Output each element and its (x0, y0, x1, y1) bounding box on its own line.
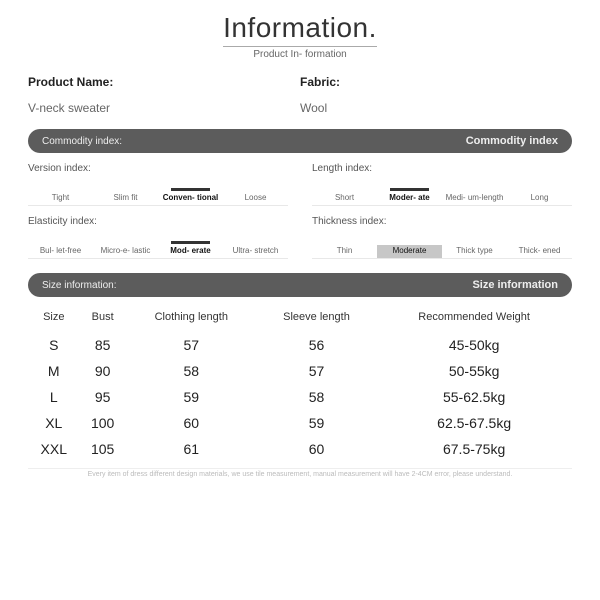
table-cell: 100 (80, 410, 126, 436)
scale-item: Long (507, 194, 572, 205)
table-cell: 59 (126, 384, 257, 410)
table-cell: 55-62.5kg (376, 384, 572, 410)
table-row: M90585750-55kg (28, 358, 572, 384)
scale-item: Ultra- stretch (223, 247, 288, 258)
table-row: S85575645-50kg (28, 332, 572, 358)
page-subtitle: Product In- formation (28, 49, 572, 61)
table-cell: 56 (257, 332, 377, 358)
table-cell: 105 (80, 436, 126, 462)
scale-item: Thin (312, 247, 377, 258)
scale-item: Slim fit (93, 194, 158, 205)
scale-item: Mod- erate (158, 247, 223, 258)
size-bar-left: Size information: (42, 280, 116, 291)
page-title: Information. (223, 12, 377, 47)
scale-item: Moder- ate (377, 194, 442, 205)
table-header: Size (28, 307, 80, 332)
thickness-index: Thickness index: ThinModerateThick typeTh… (312, 216, 572, 259)
scale-item: Thick- ened (507, 247, 572, 258)
length-index: Length index: ShortModer- ateMedi- um-len… (312, 163, 572, 206)
table-cell: 57 (126, 332, 257, 358)
table-cell: XL (28, 410, 80, 436)
table-cell: L (28, 384, 80, 410)
commodity-index-bar: Commodity index: Commodity index (28, 129, 572, 153)
scale-item: Micro-e- lastic (93, 247, 158, 258)
scale-item: Loose (223, 194, 288, 205)
scale-item: Short (312, 194, 377, 205)
table-cell: 61 (126, 436, 257, 462)
table-row: XXL105616067.5-75kg (28, 436, 572, 462)
table-row: XL100605962.5-67.5kg (28, 410, 572, 436)
table-cell: 58 (126, 358, 257, 384)
scale-item: Bul- let-free (28, 247, 93, 258)
table-header: Sleeve length (257, 307, 377, 332)
size-table: SizeBustClothing lengthSleeve lengthReco… (28, 307, 572, 462)
scale-item: Thick type (442, 247, 507, 258)
table-cell: 95 (80, 384, 126, 410)
index-title: Length index: (312, 163, 572, 174)
scale-item: Conven- tional (158, 194, 223, 205)
table-row: L95595855-62.5kg (28, 384, 572, 410)
elasticity-index: Elasticity index: Bul- let-freeMicro-e- l… (28, 216, 288, 259)
table-cell: 59 (257, 410, 377, 436)
table-cell: 58 (257, 384, 377, 410)
index-title: Thickness index: (312, 216, 572, 227)
fabric-label: Fabric: (300, 75, 572, 89)
product-name-value: V-neck sweater (28, 101, 300, 115)
table-header: Bust (80, 307, 126, 332)
footnote: Every item of dress different design mat… (28, 468, 572, 478)
table-cell: 62.5-67.5kg (376, 410, 572, 436)
table-cell: 90 (80, 358, 126, 384)
size-bar-right: Size information (472, 279, 558, 291)
table-cell: 60 (257, 436, 377, 462)
commodity-bar-left: Commodity index: (42, 136, 122, 147)
table-cell: XXL (28, 436, 80, 462)
table-header: Recommended Weight (376, 307, 572, 332)
commodity-bar-right: Commodity index (466, 135, 558, 147)
size-information-bar: Size information: Size information (28, 273, 572, 297)
table-cell: 45-50kg (376, 332, 572, 358)
table-cell: 50-55kg (376, 358, 572, 384)
table-cell: 67.5-75kg (376, 436, 572, 462)
table-cell: M (28, 358, 80, 384)
scale-item: Tight (28, 194, 93, 205)
scale-item: Moderate (377, 245, 442, 258)
version-index: Version index: TightSlim fitConven- tiona… (28, 163, 288, 206)
table-cell: 85 (80, 332, 126, 358)
index-title: Elasticity index: (28, 216, 288, 227)
product-row: Product Name: V-neck sweater Fabric: Woo… (28, 75, 572, 115)
table-header: Clothing length (126, 307, 257, 332)
product-name-label: Product Name: (28, 75, 300, 89)
table-cell: 57 (257, 358, 377, 384)
scale-item: Medi- um-length (442, 194, 507, 205)
index-title: Version index: (28, 163, 288, 174)
table-cell: S (28, 332, 80, 358)
fabric-value: Wool (300, 101, 572, 115)
table-cell: 60 (126, 410, 257, 436)
